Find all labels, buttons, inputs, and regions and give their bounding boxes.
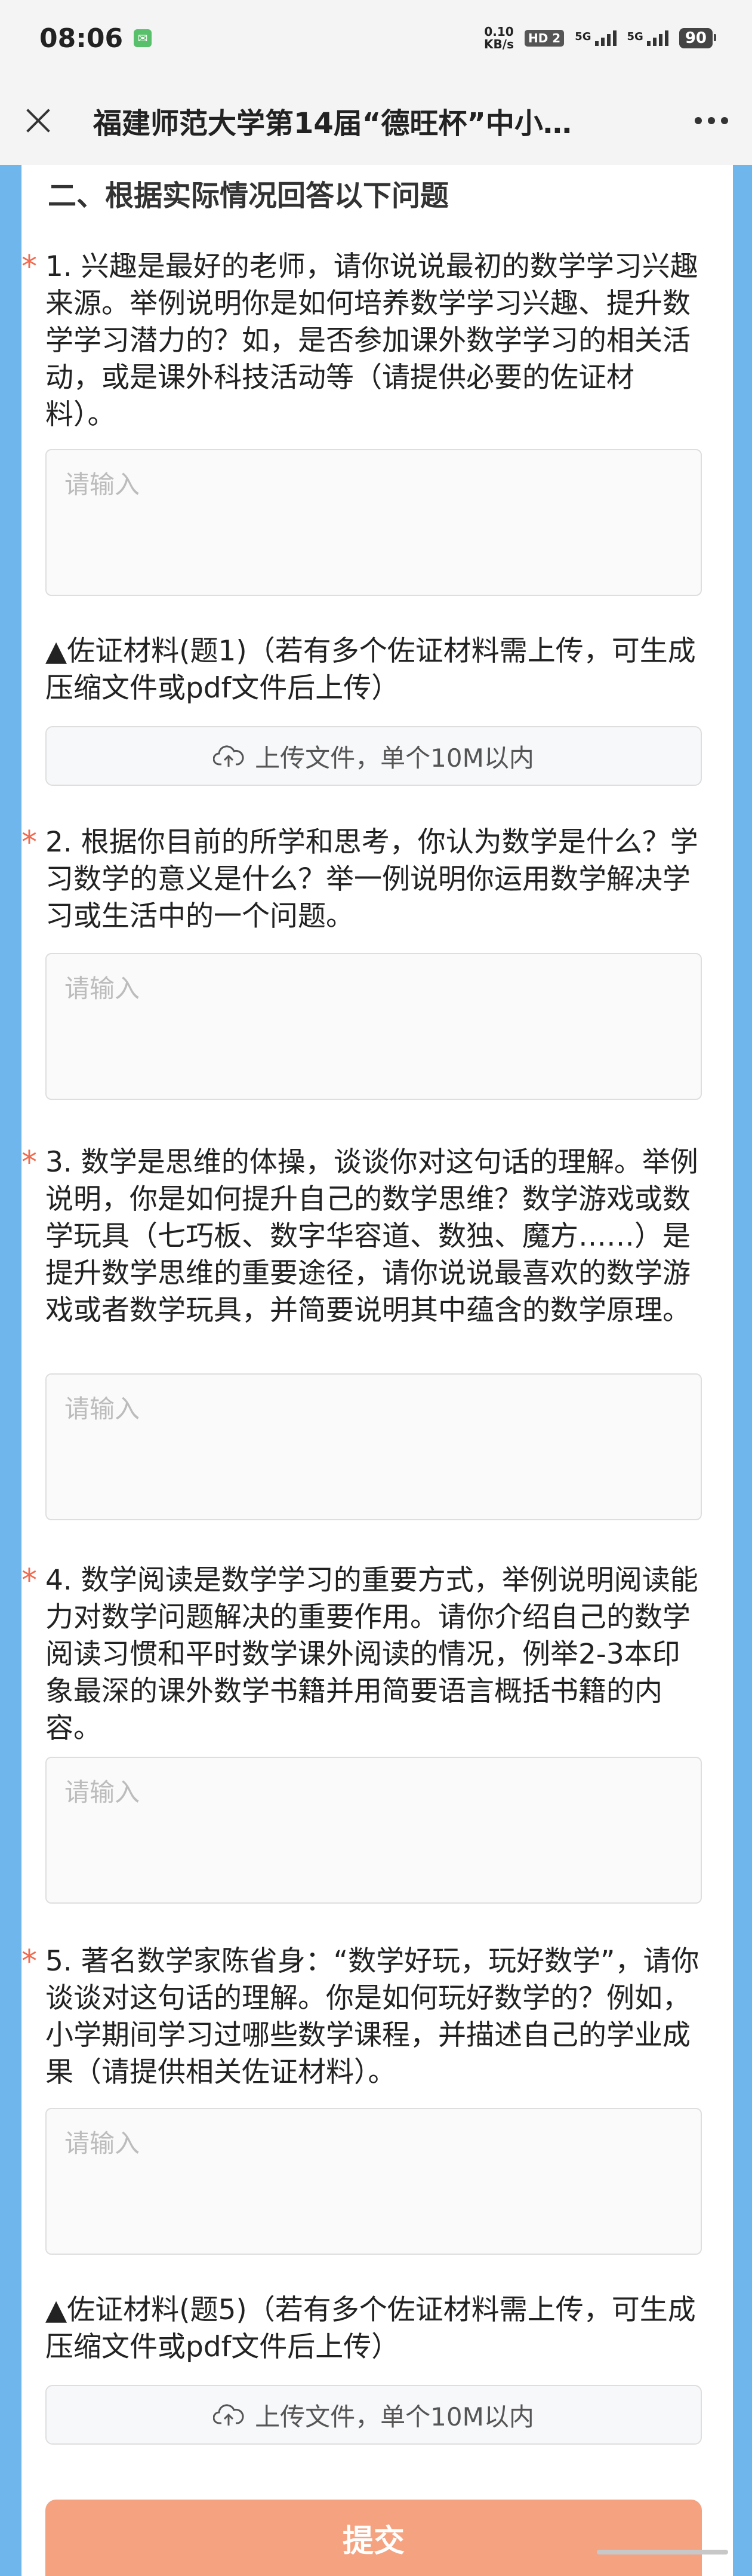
hd-badge: HD 2 [524, 30, 565, 47]
close-icon[interactable] [21, 104, 55, 137]
question-5: * 5. 著名数学家陈省身：“数学好玩，玩好数学”，请你谈谈对这句话的理解。你是… [21, 1943, 702, 2091]
answer-input-4[interactable]: 请输入 [45, 1757, 702, 1904]
required-mark: * [21, 1563, 37, 1599]
upload-label: 上传文件，单个10M以内 [255, 743, 534, 773]
signal-icon: 5G [575, 30, 617, 46]
signal-icon: 5G [627, 30, 668, 46]
material-label-1: ▲佐证材料(题1)（若有多个佐证材料需上传，可生成压缩文件或pdf文件后上传） [45, 635, 696, 705]
cloud-upload-icon [213, 745, 244, 767]
status-bar: 08:06 ✉ 0.10 KB/s HD 2 5G 5G 90 [0, 0, 752, 76]
status-indicators: 0.10 KB/s HD 2 5G 5G 90 [484, 24, 717, 51]
answer-input-2[interactable]: 请输入 [45, 953, 702, 1100]
upload-button-1[interactable]: 上传文件，单个10M以内 [45, 726, 702, 786]
required-mark: * [21, 1944, 37, 1979]
status-time: 08:06 [39, 23, 124, 54]
question-text: 3. 数学是思维的体操，谈谈你对这句话的理解。举例说明，你是如何提升自己的数学思… [45, 1146, 698, 1327]
upload-button-5[interactable]: 上传文件，单个10M以内 [45, 2385, 702, 2445]
upload-label: 上传文件，单个10M以内 [255, 2402, 534, 2431]
network-speed: 0.10 KB/s [484, 24, 514, 51]
answer-input-3[interactable]: 请输入 [45, 1373, 702, 1520]
cloud-upload-icon [213, 2404, 244, 2426]
required-mark: * [21, 825, 37, 860]
question-text: 4. 数学阅读是数学学习的重要方式，举例说明阅读能力对数学问题解决的重要作用。请… [45, 1564, 698, 1745]
question-2: * 2. 根据你目前的所学和思考，你认为数学是什么？学习数学的意义是什么？举一例… [21, 824, 702, 935]
submit-button[interactable]: 提交 [45, 2500, 702, 2576]
material-label-5: ▲佐证材料(题5)（若有多个佐证材料需上传，可生成压缩文件或pdf文件后上传） [45, 2294, 696, 2363]
required-mark: * [21, 249, 37, 285]
answer-input-5[interactable]: 请输入 [45, 2108, 702, 2255]
question-4: * 4. 数学阅读是数学学习的重要方式，举例说明阅读能力对数学问题解决的重要作用… [21, 1562, 702, 1747]
form-card: 二、根据实际情况回答以下问题 * 1. 兴趣是最好的老师，请你说说最初的数学学习… [21, 165, 733, 2576]
battery-icon: 90 [679, 28, 717, 48]
question-3: * 3. 数学是思维的体操，谈谈你对这句话的理解。举例说明，你是如何提升自己的数… [21, 1144, 702, 1329]
question-text: 2. 根据你目前的所学和思考，你认为数学是什么？学习数学的意义是什么？举一例说明… [45, 826, 698, 933]
question-text: 5. 著名数学家陈省身：“数学好玩，玩好数学”，请你谈谈对这句话的理解。你是如何… [45, 1945, 699, 2089]
answer-input-1[interactable]: 请输入 [45, 449, 702, 596]
section-heading: 二、根据实际情况回答以下问题 [48, 179, 449, 213]
required-mark: * [21, 1145, 37, 1181]
question-text: 1. 兴趣是最好的老师，请你说说最初的数学学习兴趣来源。举例说明你是如何培养数学… [45, 250, 698, 431]
message-app-icon: ✉ [134, 29, 152, 47]
question-1: * 1. 兴趣是最好的老师，请你说说最初的数学学习兴趣来源。举例说明你是如何培养… [21, 248, 702, 434]
title-bar: 福建师范大学第14届“德旺杯”中小… [0, 76, 752, 165]
more-dots-icon[interactable] [695, 117, 728, 124]
page-title: 福建师范大学第14届“德旺杯”中小… [93, 107, 572, 140]
home-indicator [597, 2550, 728, 2555]
